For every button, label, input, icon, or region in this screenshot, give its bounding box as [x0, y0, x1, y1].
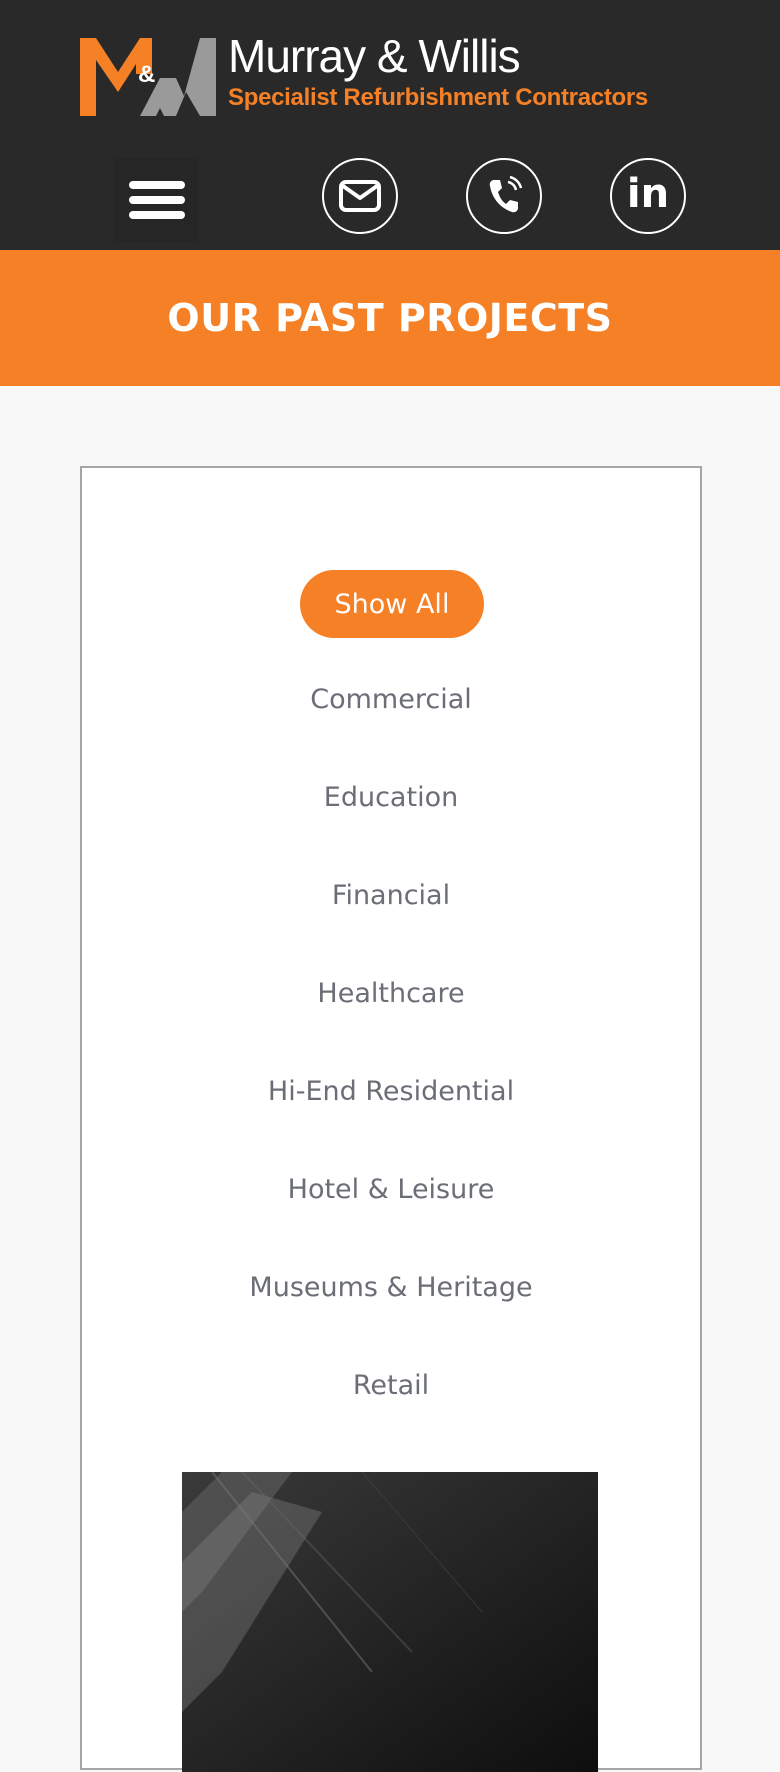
filter-education[interactable]: Education: [82, 782, 700, 813]
filter-financial[interactable]: Financial: [82, 880, 700, 911]
menu-icon: [129, 181, 185, 219]
phone-button[interactable]: [466, 158, 542, 234]
page-banner: OUR PAST PROJECTS: [0, 250, 780, 386]
email-button[interactable]: [322, 158, 398, 234]
site-logo[interactable]: & Murray & Willis Specialist Refurbishme…: [80, 30, 648, 116]
site-header: & Murray & Willis Specialist Refurbishme…: [0, 0, 780, 250]
filter-commercial[interactable]: Commercial: [82, 684, 700, 715]
phone-icon: [489, 176, 523, 213]
mw-logo-mark: &: [80, 38, 216, 116]
project-image[interactable]: [182, 1472, 598, 1772]
linkedin-icon: in: [626, 171, 670, 217]
project-photo-graphic: [182, 1472, 598, 1772]
filter-museums-heritage[interactable]: Museums & Heritage: [82, 1272, 700, 1303]
filter-hi-end-residential[interactable]: Hi-End Residential: [82, 1076, 700, 1107]
brand-name: Murray & Willis: [228, 30, 521, 82]
filter-healthcare[interactable]: Healthcare: [82, 978, 700, 1009]
page-title: OUR PAST PROJECTS: [167, 296, 613, 340]
linkedin-button[interactable]: in: [610, 158, 686, 234]
svg-text:&: &: [138, 61, 155, 88]
email-icon: [339, 180, 381, 212]
filter-show-all[interactable]: Show All: [300, 570, 484, 638]
filter-retail[interactable]: Retail: [82, 1370, 700, 1401]
projects-card: Show All Commercial Education Financial …: [80, 466, 702, 1772]
filter-hotel-leisure[interactable]: Hotel & Leisure: [82, 1174, 700, 1205]
menu-button[interactable]: [115, 158, 199, 242]
brand-tagline: Specialist Refurbishment Contractors: [228, 84, 648, 111]
